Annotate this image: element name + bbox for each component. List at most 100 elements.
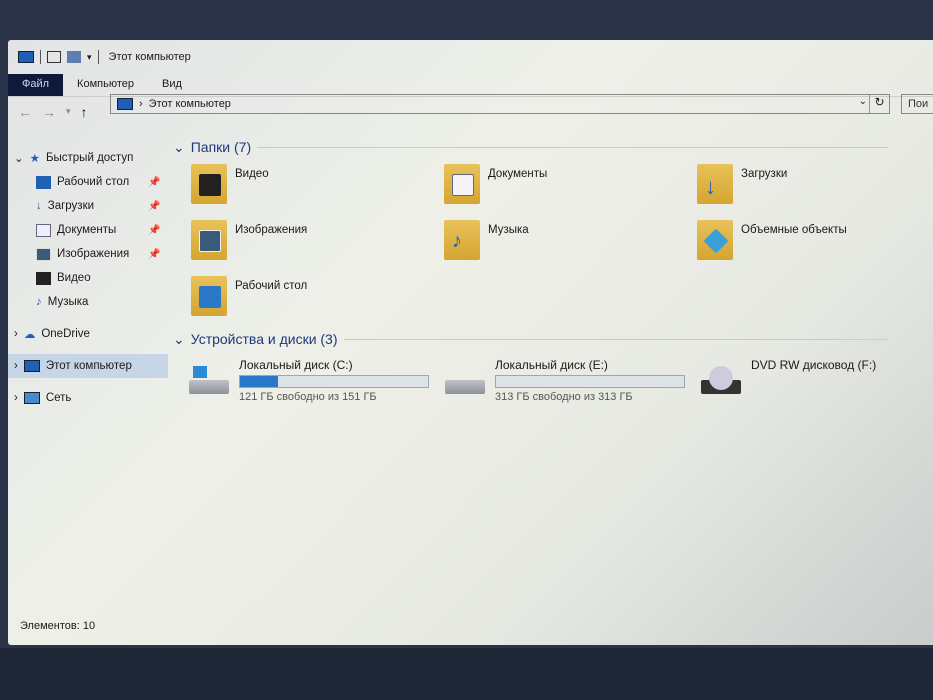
sidebar-item-label: OneDrive (41, 328, 90, 340)
divider (40, 50, 41, 64)
folder-documents[interactable]: Документы (444, 164, 697, 210)
drives-group-header[interactable]: ⌄ Устройства и диски (3) (173, 328, 933, 350)
documents-folder-icon (444, 164, 480, 204)
folder-name: Загрузки (741, 168, 788, 180)
up-button[interactable]: ↑ (81, 104, 88, 120)
sidebar-item-label: Музыка (47, 296, 89, 308)
chevron-right-icon[interactable]: › (14, 360, 18, 372)
downloads-folder-icon: ↓ (697, 164, 733, 204)
chevron-right-icon[interactable]: › (14, 328, 18, 340)
folders-group-header[interactable]: ⌄ Папки (7) (173, 136, 933, 158)
forward-button[interactable]: → (42, 104, 56, 120)
chevron-right-icon: › (139, 98, 143, 110)
divider (257, 146, 888, 148)
customize-toolbar-icon[interactable]: ▾ (87, 52, 92, 63)
dvd-drive-icon (699, 366, 743, 400)
sidebar-item-this-pc[interactable]: › Этот компьютер (8, 354, 168, 378)
drive-c[interactable]: Локальный диск (C:) 121 ГБ свободно из 15… (187, 358, 443, 403)
sidebar-item-label: Этот компьютер (45, 360, 132, 372)
folder-pictures[interactable]: Изображения (191, 220, 444, 266)
sidebar-item-label: Видео (57, 272, 91, 284)
sidebar-item-quick-access[interactable]: ⌄ ★ Быстрый доступ (8, 146, 168, 170)
ribbon-tabs: Файл Компьютер Вид (8, 74, 933, 96)
content-pane: ⌄ Папки (7) Видео Документы ↓ Загрузки Изо… (173, 136, 933, 403)
drive-name: DVD RW дисковод (F:) (751, 358, 877, 372)
drive-usage-bar (239, 375, 429, 388)
computer-icon (18, 51, 34, 63)
tab-view[interactable]: Вид (148, 74, 196, 96)
drive-free-space: 121 ГБ свободно из 151 ГБ (239, 391, 377, 403)
taskbar (0, 648, 933, 700)
explorer-window: ▾ Этот компьютер Файл Компьютер Вид ← → … (8, 40, 933, 645)
windows-drive-icon (187, 366, 231, 400)
sidebar-item-network[interactable]: › Сеть (8, 386, 168, 410)
folder-music[interactable]: ♪ Музыка (444, 220, 697, 266)
sidebar-item-downloads[interactable]: ↓ Загрузки 📌 (8, 194, 168, 218)
sidebar-item-video[interactable]: Видео (8, 266, 168, 290)
desktop-icon (36, 175, 51, 189)
cloud-icon: ☁ (23, 329, 36, 341)
network-icon (23, 392, 40, 404)
video-icon (36, 271, 51, 285)
download-icon: ↓ (36, 200, 42, 212)
pin-icon: 📌 (148, 248, 161, 260)
folder-downloads[interactable]: ↓ Загрузки (697, 164, 933, 210)
sidebar-item-onedrive[interactable]: › ☁ OneDrive (8, 322, 168, 346)
sidebar-item-label: Загрузки (47, 200, 95, 212)
folder-name: Рабочий стол (235, 280, 308, 292)
sidebar-item-label: Рабочий стол (57, 176, 130, 188)
folder-name: Изображения (235, 224, 308, 236)
chevron-down-icon: ⌄ (173, 330, 185, 347)
chevron-down-icon: ⌄ (173, 138, 185, 155)
pictures-folder-icon (191, 220, 227, 260)
chevron-down-icon[interactable]: ⌄ (859, 96, 867, 107)
music-folder-icon: ♪ (444, 220, 480, 260)
address-path[interactable]: Этот компьютер (149, 98, 231, 110)
folder-name: Видео (235, 168, 269, 180)
tab-computer[interactable]: Компьютер (63, 74, 148, 96)
computer-icon (117, 98, 133, 110)
drive-name: Локальный диск (E:) (495, 358, 608, 372)
folder-name: Музыка (488, 224, 529, 236)
window-title: Этот компьютер (108, 51, 191, 63)
sidebar-item-label: Изображения (57, 248, 130, 260)
folder-video[interactable]: Видео (191, 164, 444, 210)
hard-drive-icon (443, 366, 487, 400)
chevron-right-icon[interactable]: › (14, 392, 18, 404)
properties-icon[interactable] (47, 51, 61, 63)
drive-f[interactable]: DVD RW дисковод (F:) (699, 358, 933, 403)
divider (343, 338, 888, 340)
refresh-button[interactable]: ↻ (869, 95, 889, 113)
folder-desktop[interactable]: Рабочий стол (191, 276, 444, 322)
pin-icon: 📌 (148, 224, 161, 236)
computer-icon (23, 360, 40, 372)
search-input[interactable]: Пои (901, 94, 933, 114)
back-button[interactable]: ← (18, 104, 32, 120)
address-bar[interactable]: › Этот компьютер ⌄ ↻ (110, 94, 890, 114)
divider (97, 50, 99, 64)
group-title: Папки (7) (190, 139, 252, 155)
folder-name: Объемные объекты (741, 224, 847, 236)
pictures-icon (36, 247, 51, 261)
new-folder-icon[interactable] (67, 51, 81, 63)
folders-grid: Видео Документы ↓ Загрузки Изображения ♪ М… (191, 164, 933, 322)
title-bar: ▾ Этот компьютер (8, 40, 933, 74)
sidebar-item-label: Быстрый доступ (45, 152, 134, 164)
chevron-down-icon[interactable]: ⌄ (14, 151, 24, 165)
status-bar-item-count: Элементов: 10 (20, 620, 96, 632)
sidebar-item-music[interactable]: ♪ Музыка (8, 290, 168, 314)
video-folder-icon (191, 164, 227, 204)
documents-icon (36, 223, 51, 237)
drive-e[interactable]: Локальный диск (E:) 313 ГБ свободно из 31… (443, 358, 699, 403)
3d-objects-folder-icon (697, 220, 733, 260)
folder-3d-objects[interactable]: Объемные объекты (697, 220, 933, 266)
tab-file[interactable]: Файл (8, 74, 64, 96)
sidebar-item-desktop[interactable]: Рабочий стол 📌 (8, 170, 168, 194)
sidebar-item-documents[interactable]: Документы 📌 (8, 218, 168, 242)
recent-locations-button[interactable]: ▾ (66, 106, 71, 117)
desktop-folder-icon (191, 276, 227, 316)
navigation-pane: ⌄ ★ Быстрый доступ Рабочий стол 📌 ↓ Загрузки… (8, 146, 168, 410)
sidebar-item-pictures[interactable]: Изображения 📌 (8, 242, 168, 266)
group-title: Устройства и диски (3) (190, 331, 338, 347)
pin-icon: 📌 (148, 200, 161, 212)
